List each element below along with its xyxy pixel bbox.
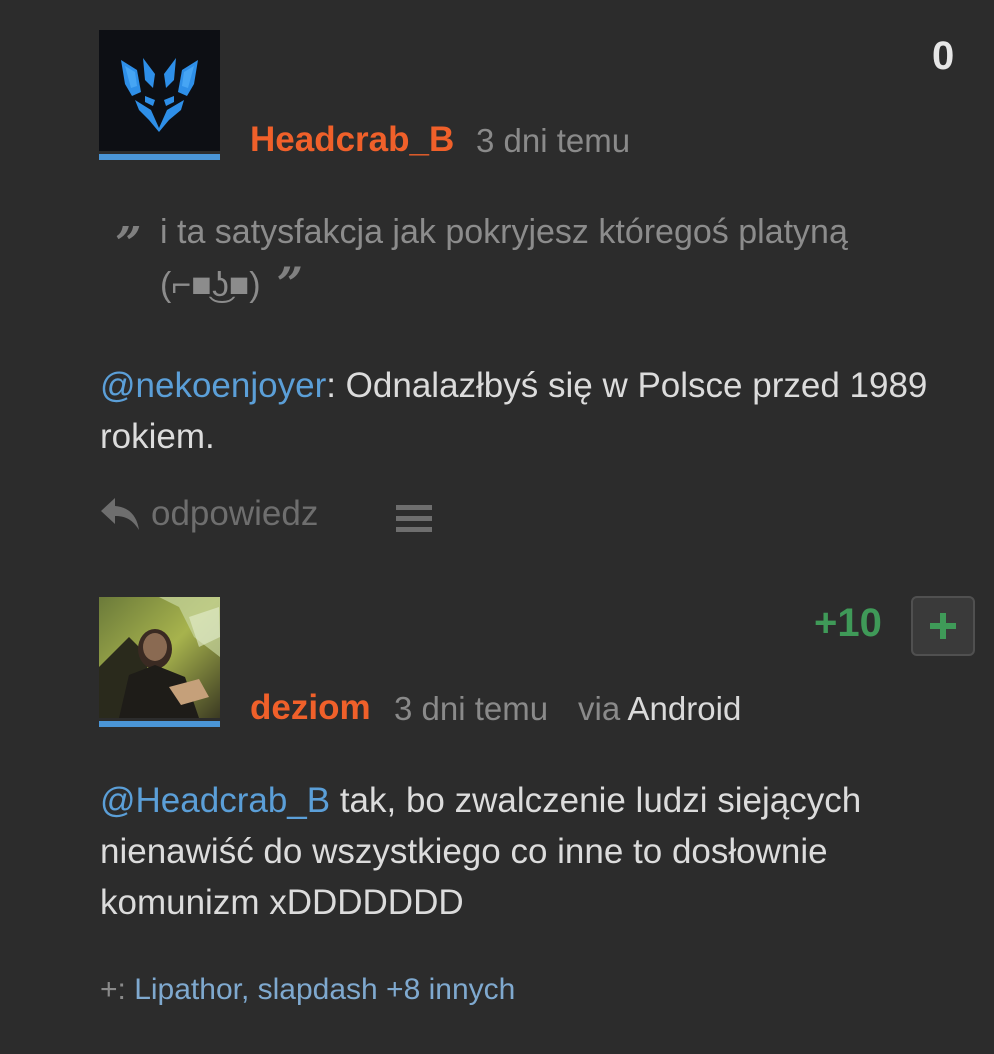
avatar[interactable] — [99, 30, 220, 160]
vote-score: +10 — [814, 601, 882, 645]
avatar[interactable] — [99, 597, 220, 727]
quote-body: i ta satysfakcja jak pokryjesz któregoś … — [160, 213, 848, 304]
via-prefix: via — [578, 690, 621, 727]
voter-names[interactable]: Lipathor, slapdash — [134, 973, 378, 1006]
avatar-underline — [99, 721, 220, 727]
user-mention-link[interactable]: @Headcrab_B — [100, 781, 330, 820]
voters-list[interactable]: +: Lipathor, slapdash +8 innych — [100, 973, 515, 1007]
user-photo-avatar — [99, 597, 220, 718]
platform-link[interactable]: Android — [628, 690, 742, 727]
quote-close-mark: ” — [276, 257, 304, 311]
reply-button[interactable]: odpowiedz — [99, 494, 318, 534]
upvote-button[interactable] — [911, 596, 975, 656]
via-platform: via Android — [578, 690, 741, 728]
hamburger-menu-icon[interactable] — [396, 503, 432, 540]
reply-label: odpowiedz — [151, 494, 319, 533]
comment-timestamp[interactable]: 3 dni temu — [476, 122, 630, 160]
user-mention-link[interactable]: @nekoenjoyer — [100, 366, 326, 405]
voters-others[interactable]: +8 innych — [378, 973, 515, 1006]
wolf-logo-icon — [99, 30, 220, 151]
plus-icon — [930, 613, 956, 639]
reply-arrow-icon — [101, 498, 139, 530]
avatar-underline — [99, 154, 220, 160]
author-name[interactable]: deziom — [250, 688, 371, 728]
quote-open-mark: „ — [116, 190, 143, 244]
vote-score: 0 — [932, 34, 955, 78]
comment-timestamp[interactable]: 3 dni temu — [394, 690, 548, 728]
comment-body: @Headcrab_B tak, bo zwalczenie ludzi sie… — [100, 775, 950, 928]
voters-prefix: +: — [100, 973, 135, 1006]
quoted-text: i ta satysfakcja jak pokryjesz któregoś … — [160, 208, 860, 309]
author-name[interactable]: Headcrab_B — [250, 120, 454, 160]
comment-body: @nekoenjoyer: Odnalazłbyś się w Polsce p… — [100, 360, 950, 462]
